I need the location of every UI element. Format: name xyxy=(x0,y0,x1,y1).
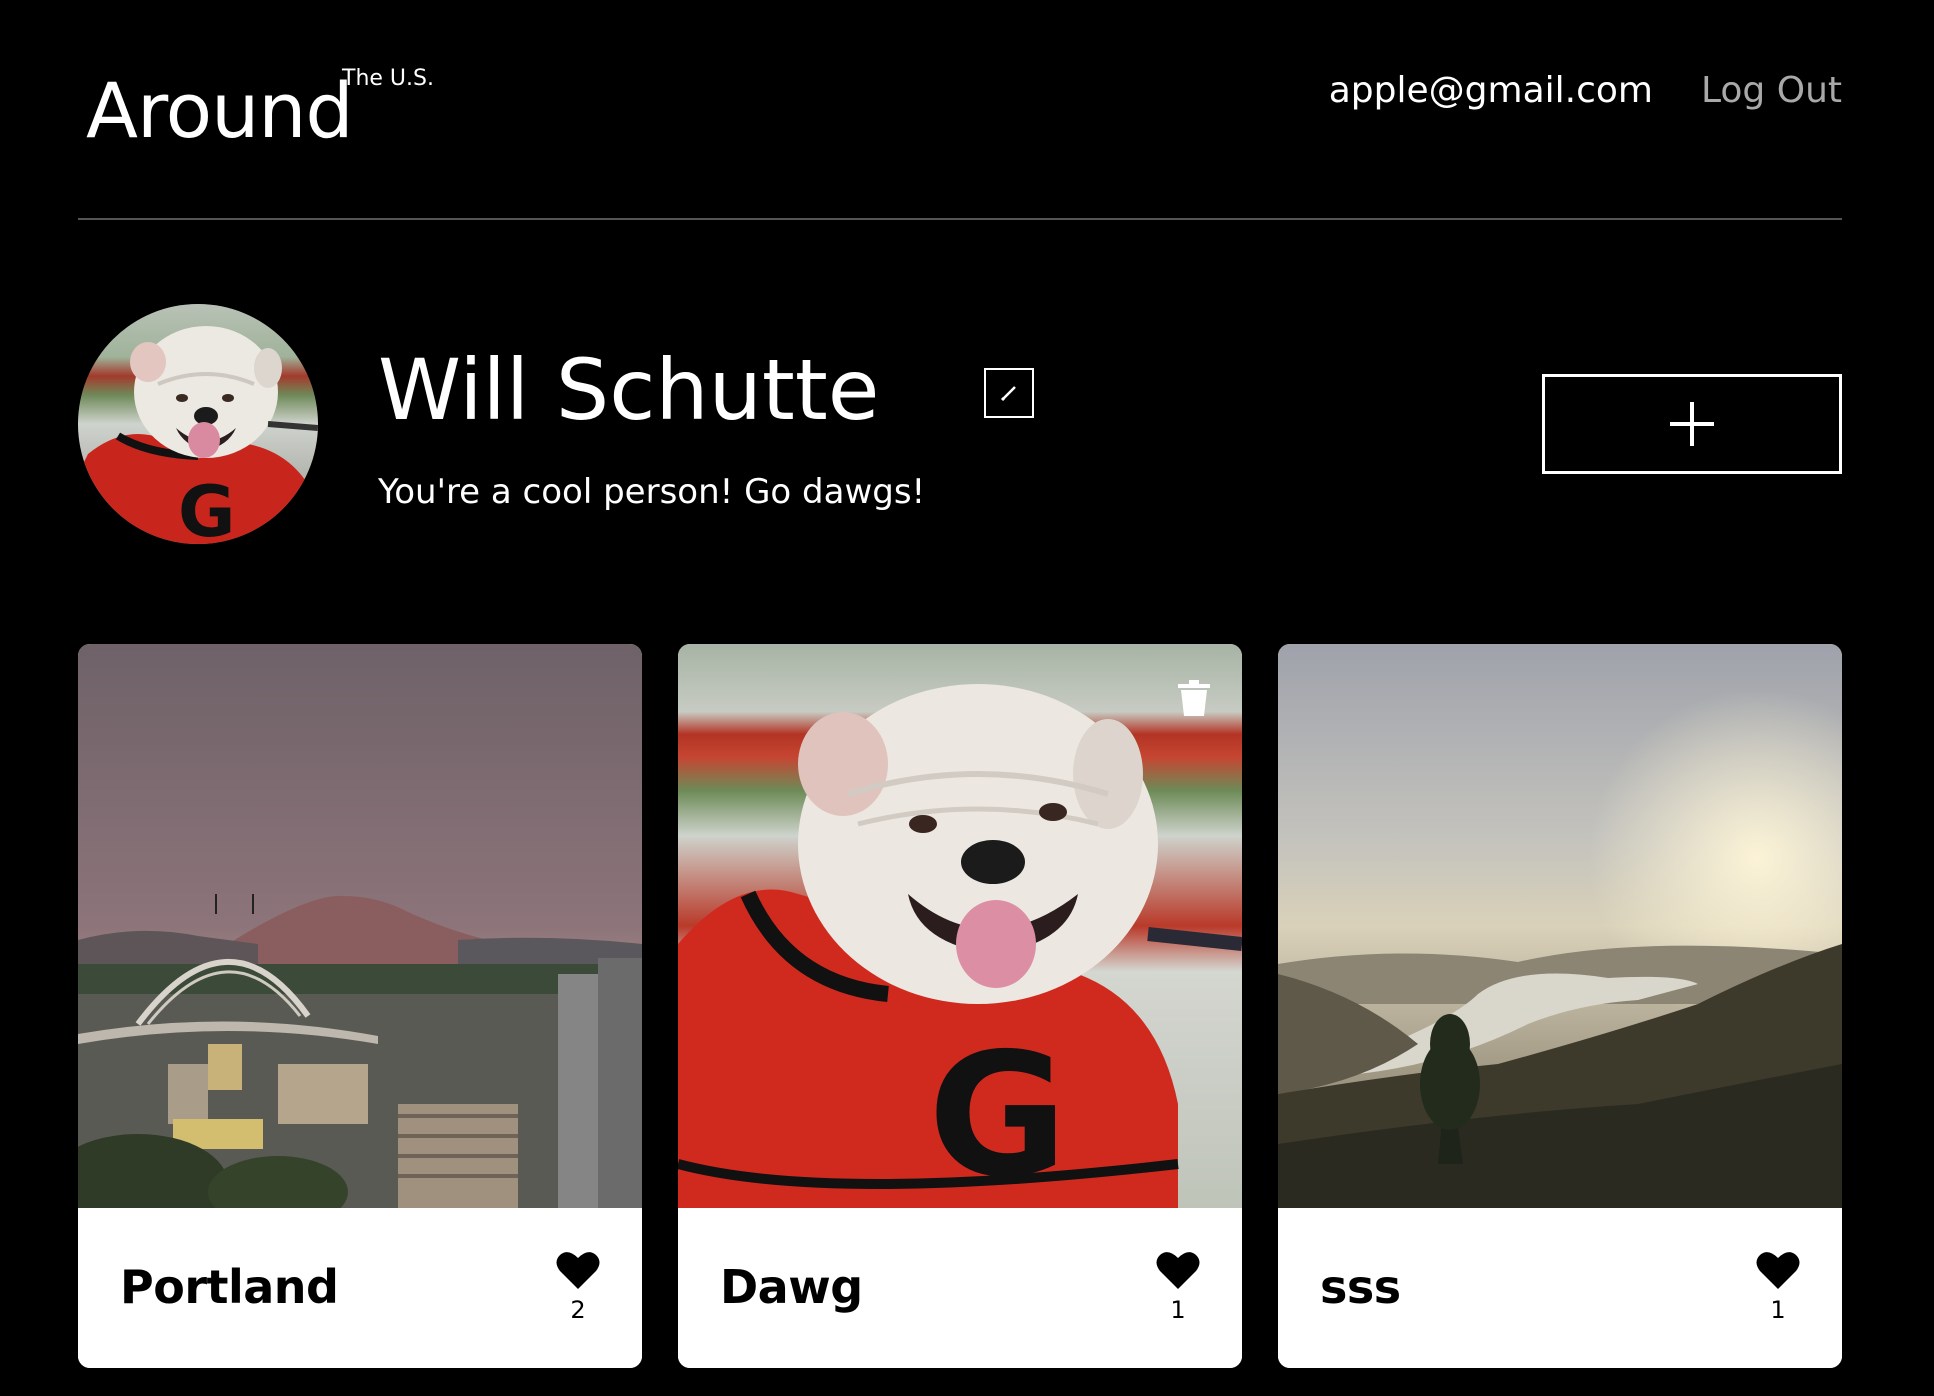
like-count: 2 xyxy=(570,1296,586,1324)
page-header: Around The U.S. apple@gmail.com Log Out xyxy=(78,0,1842,220)
like-button[interactable] xyxy=(556,1250,600,1290)
logout-link[interactable]: Log Out xyxy=(1701,70,1842,111)
like-count: 1 xyxy=(1170,1296,1186,1324)
card-title: Portland xyxy=(120,1260,339,1314)
like-group: 1 xyxy=(1754,1250,1802,1324)
like-button[interactable] xyxy=(1156,1250,1200,1290)
avatar-image: G xyxy=(78,304,318,544)
plus-icon xyxy=(1670,402,1714,446)
card: sss 1 xyxy=(1278,644,1842,1368)
heart-icon xyxy=(1156,1252,1200,1289)
card-footer: sss 1 xyxy=(1278,1208,1842,1368)
delete-card-button[interactable] xyxy=(1174,678,1214,718)
profile-section: G Will Schutte You're a cool person! Go … xyxy=(78,304,1842,544)
svg-text:G: G xyxy=(178,471,235,544)
card: G Dawg 1 xyxy=(678,644,1242,1368)
logo: Around The U.S. xyxy=(86,66,434,156)
card: Portland 2 xyxy=(78,644,642,1368)
card-footer: Dawg 1 xyxy=(678,1208,1242,1368)
profile-name: Will Schutte xyxy=(378,341,880,439)
user-email: apple@gmail.com xyxy=(1328,70,1653,111)
card-image[interactable] xyxy=(1278,644,1842,1208)
heart-icon xyxy=(556,1252,600,1289)
logo-main-text: Around xyxy=(86,66,354,155)
card-image[interactable]: G xyxy=(678,644,1242,1208)
profile-about: You're a cool person! Go dawgs! xyxy=(378,472,926,512)
logo-superscript: The U.S. xyxy=(342,66,434,91)
edit-profile-button[interactable] xyxy=(984,368,1034,418)
card-title: Dawg xyxy=(720,1260,863,1314)
card-footer: Portland 2 xyxy=(78,1208,642,1368)
like-group: 1 xyxy=(1154,1250,1202,1324)
svg-text:G: G xyxy=(928,1017,1068,1208)
trash-icon xyxy=(1178,680,1210,716)
like-count: 1 xyxy=(1770,1296,1786,1324)
header-account: apple@gmail.com Log Out xyxy=(1329,70,1842,111)
card-image[interactable] xyxy=(78,644,642,1208)
cards-grid: Portland 2 G Dawg 1 sss 1 xyxy=(78,644,1842,1368)
heart-icon xyxy=(1756,1252,1800,1289)
pencil-icon xyxy=(1000,386,1016,402)
card-title: sss xyxy=(1320,1260,1401,1314)
add-card-button[interactable] xyxy=(1542,374,1842,474)
like-button[interactable] xyxy=(1756,1250,1800,1290)
like-group: 2 xyxy=(554,1250,602,1324)
avatar[interactable]: G xyxy=(78,304,318,544)
